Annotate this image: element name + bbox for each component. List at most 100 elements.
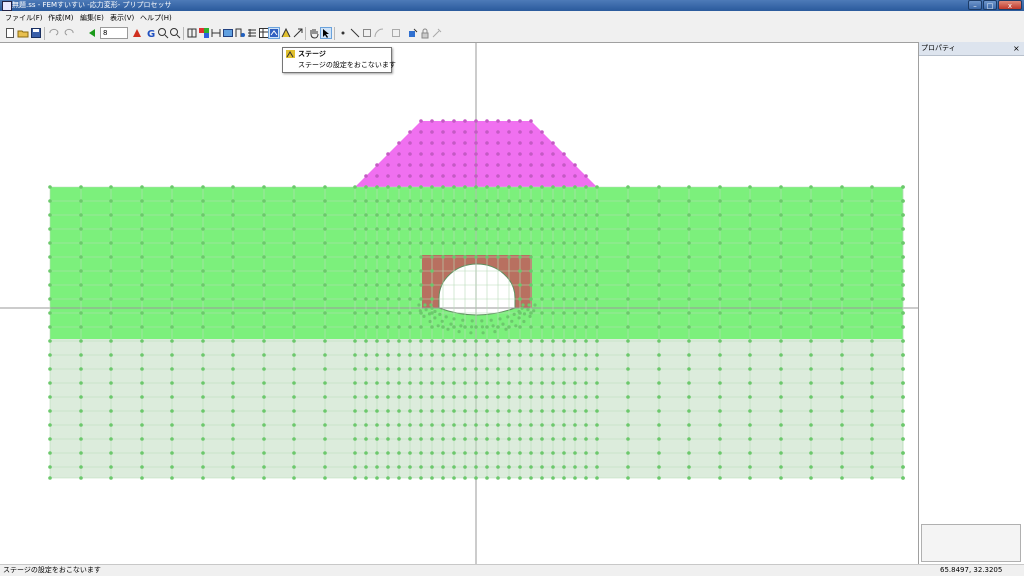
mesh-node (201, 395, 205, 399)
mesh-node (353, 241, 357, 245)
mesh-node (441, 227, 445, 231)
menu-edit[interactable]: 編集(E) (77, 11, 107, 25)
stage2-icon[interactable] (280, 27, 292, 39)
mesh-node (687, 311, 691, 315)
prev-icon[interactable] (86, 27, 98, 39)
mesh-node (779, 297, 783, 301)
zoom-field[interactable]: 8 (100, 27, 128, 39)
mesh-node (485, 213, 489, 217)
mesh-node (626, 241, 630, 245)
save-icon[interactable] (30, 27, 42, 39)
mesh-node (292, 325, 296, 329)
node-icon[interactable] (222, 27, 234, 39)
mesh-node (551, 325, 555, 329)
mesh-node (529, 174, 533, 178)
mesh-node (687, 367, 691, 371)
mesh-node (474, 213, 478, 217)
mesh-node (201, 465, 205, 469)
tooltip: ステージ ステージの設定をおこないます (282, 47, 396, 73)
mesh-node (584, 465, 588, 469)
mesh-node (364, 437, 368, 441)
mesh-node (529, 227, 533, 231)
mesh-node (901, 409, 905, 413)
mesh-node (353, 409, 357, 413)
mesh-node (626, 367, 630, 371)
mesh-node (441, 255, 445, 259)
mesh-node (496, 199, 500, 203)
mesh-node (48, 283, 52, 287)
next-icon[interactable] (131, 27, 143, 39)
mesh-node (452, 465, 456, 469)
zoom-out-icon[interactable] (169, 27, 181, 39)
drawing-canvas[interactable] (0, 42, 918, 565)
point-icon[interactable] (337, 27, 349, 39)
mesh-node (375, 311, 379, 315)
material-icon[interactable] (186, 27, 198, 39)
maximize-button[interactable]: □ (983, 0, 997, 10)
mesh-node (452, 141, 456, 145)
mesh-node (840, 185, 844, 189)
mesh-node (507, 423, 511, 427)
mesh-node (430, 130, 434, 134)
grid-icon[interactable]: G (145, 27, 157, 40)
arc-icon[interactable] (373, 27, 385, 39)
close-button[interactable]: x (998, 0, 1022, 10)
app-icon (2, 1, 12, 11)
rect-icon[interactable] (361, 27, 373, 39)
mesh-node (419, 213, 423, 217)
mesh-node (408, 311, 412, 315)
mesh-node (584, 367, 588, 371)
mesh-node (870, 367, 874, 371)
zoom-in-icon[interactable] (157, 27, 169, 39)
mesh-node (469, 331, 473, 335)
hand-icon[interactable] (308, 27, 320, 39)
menu-view[interactable]: 表示(V) (107, 11, 137, 25)
dimension-icon[interactable] (210, 27, 222, 39)
mesh-node (584, 395, 588, 399)
redo-icon[interactable] (64, 27, 76, 39)
mesh-node (231, 199, 235, 203)
arrow-icon[interactable] (292, 27, 304, 39)
mesh-node (452, 227, 456, 231)
element-icon[interactable] (234, 27, 246, 39)
mesh-node (364, 255, 368, 259)
lock-icon[interactable] (419, 27, 431, 39)
menu-help[interactable]: ヘルプ(H) (137, 11, 175, 25)
svg-text:G: G (147, 29, 155, 39)
tool-icon[interactable] (431, 27, 443, 39)
mesh-node (687, 395, 691, 399)
mesh-node (231, 255, 235, 259)
fem-model[interactable] (0, 43, 918, 565)
mesh-node (573, 163, 577, 167)
menu-create[interactable]: 作成(M) (45, 11, 77, 25)
mesh-node (551, 199, 555, 203)
mesh-node (718, 199, 722, 203)
pointer-icon[interactable] (320, 27, 332, 39)
mesh-node (485, 152, 489, 156)
mesh-node (109, 395, 113, 399)
mesh-node (201, 325, 205, 329)
undo-icon[interactable] (47, 27, 59, 39)
menu-file[interactable]: ファイル(F) (2, 11, 46, 25)
mesh-node (540, 409, 544, 413)
new-icon[interactable] (4, 27, 16, 39)
mesh-node (452, 185, 456, 189)
mesh-node (562, 325, 566, 329)
mesh-node (507, 339, 511, 343)
mesh-node (323, 241, 327, 245)
line-icon[interactable] (349, 27, 361, 39)
rect2-icon[interactable] (390, 27, 402, 39)
minimize-button[interactable]: – (968, 0, 982, 10)
mesh-node (423, 303, 427, 307)
mesh-node (480, 325, 484, 329)
mesh-node (687, 269, 691, 273)
close-icon[interactable]: × (1013, 42, 1020, 55)
mesh-node (687, 423, 691, 427)
fill-icon[interactable] (407, 27, 419, 39)
mesh-node (540, 141, 544, 145)
open-icon[interactable] (17, 27, 29, 39)
color-icon[interactable] (198, 27, 210, 39)
mesh-node (584, 423, 588, 427)
mesh-icon[interactable] (246, 27, 258, 39)
stage-icon[interactable] (268, 27, 280, 39)
